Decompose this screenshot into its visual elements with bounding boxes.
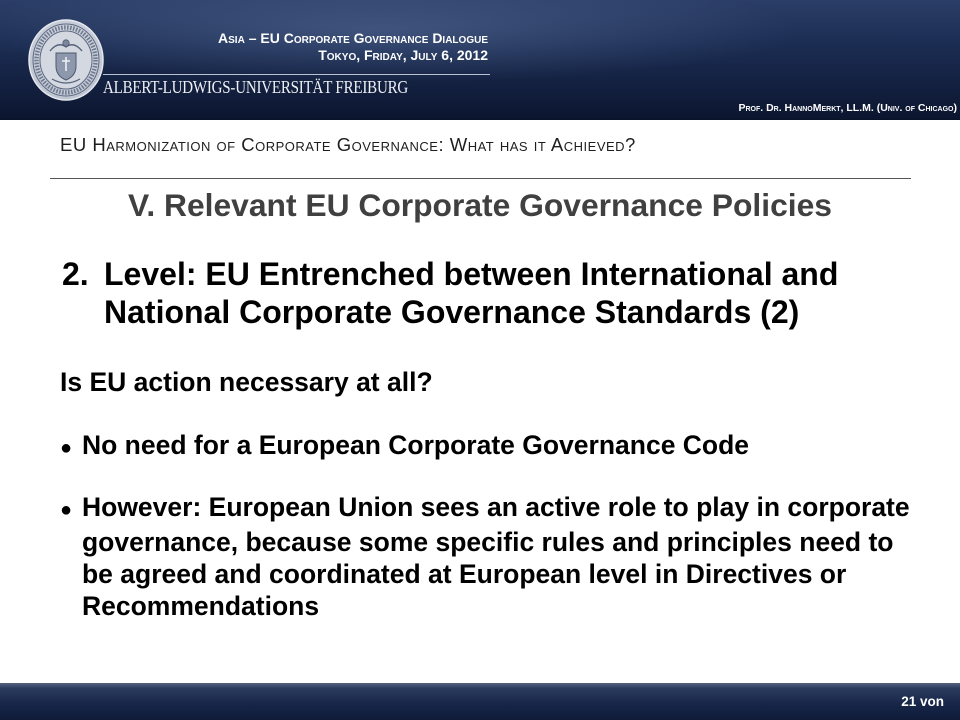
subheading-number: 2. <box>62 256 89 292</box>
subheading-line: National Corporate Governance Standards … <box>104 294 800 330</box>
bullet-text: be agreed and coordinated at European le… <box>82 559 847 589</box>
bullet-item: ● No need for a European Corporate Govern… <box>60 429 749 464</box>
university-seal-icon <box>28 19 104 101</box>
bullet-text: Recommendations <box>82 591 320 621</box>
slide-footer: 21 von <box>0 683 960 720</box>
slide-header: Asia – EU Corporate Governance Dialogue … <box>0 0 960 120</box>
header-divider <box>103 74 490 75</box>
bullet-item: ● However: European Union sees an active … <box>60 491 910 622</box>
section-title: EU Harmonization of Corporate Governance… <box>60 134 636 155</box>
section-divider <box>50 178 911 179</box>
bullet-text: No need for a European Corporate Governa… <box>82 430 750 460</box>
bullet-marker: ● <box>60 499 73 521</box>
bullet-line: ● No need for a European Corporate Govern… <box>60 429 749 464</box>
slide-heading: V. Relevant EU Corporate Governance Poli… <box>128 187 832 223</box>
slide: Asia – EU Corporate Governance Dialogue … <box>0 0 960 720</box>
university-name: ALBERT-LUDWIGS-UNIVERSITÄT FREIBURG <box>103 78 409 98</box>
question-text: Is EU action necessary at all? <box>60 367 433 397</box>
event-title: Asia – EU Corporate Governance Dialogue <box>218 30 488 46</box>
page-number: 21 von <box>901 694 944 709</box>
event-date: Tokyo, Friday, July 6, 2012 <box>318 47 488 63</box>
bullet-text: However: European Union sees an active r… <box>82 492 910 522</box>
presenter-name: Prof. Dr. HannoMerkt, LL.M. (Univ. of Ch… <box>738 102 957 114</box>
bullet-marker: ● <box>60 437 73 459</box>
bullet-line: ● However: European Union sees an active … <box>60 491 910 526</box>
bullet-text: governance, because some specific rules … <box>82 527 894 557</box>
subheading-line: Level: EU Entrenched between Internation… <box>104 256 839 292</box>
